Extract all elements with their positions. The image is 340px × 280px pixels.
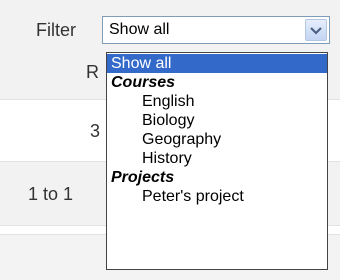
option-label: Geography xyxy=(142,131,222,148)
option-label: Show all xyxy=(111,55,172,72)
option-geography[interactable]: Geography xyxy=(107,130,327,149)
filter-dropdown-list: Show all Courses English Biology Geograp… xyxy=(106,52,328,270)
option-label: Biology xyxy=(142,112,195,129)
option-show-all[interactable]: Show all xyxy=(107,54,327,73)
optgroup-courses: Courses xyxy=(111,74,176,91)
filter-select-value: Show all xyxy=(109,21,170,38)
filter-select[interactable]: Show all xyxy=(102,16,330,44)
dropdown-button[interactable] xyxy=(305,19,327,41)
table-cell-partial: 3 xyxy=(90,121,101,141)
pagination-range: 1 to 1 xyxy=(28,184,74,204)
column-header-partial[interactable]: R xyxy=(86,62,99,83)
option-label: Peter's project xyxy=(142,188,244,205)
filter-label: Filter xyxy=(36,20,76,40)
option-biology[interactable]: Biology xyxy=(107,111,327,130)
option-label: History xyxy=(142,150,192,167)
option-history[interactable]: History xyxy=(107,149,327,168)
option-english[interactable]: English xyxy=(107,92,327,111)
option-peters-project[interactable]: Peter's project xyxy=(107,187,327,206)
optgroup-projects: Projects xyxy=(111,169,175,186)
option-label: English xyxy=(142,93,195,110)
chevron-down-icon xyxy=(310,27,322,35)
